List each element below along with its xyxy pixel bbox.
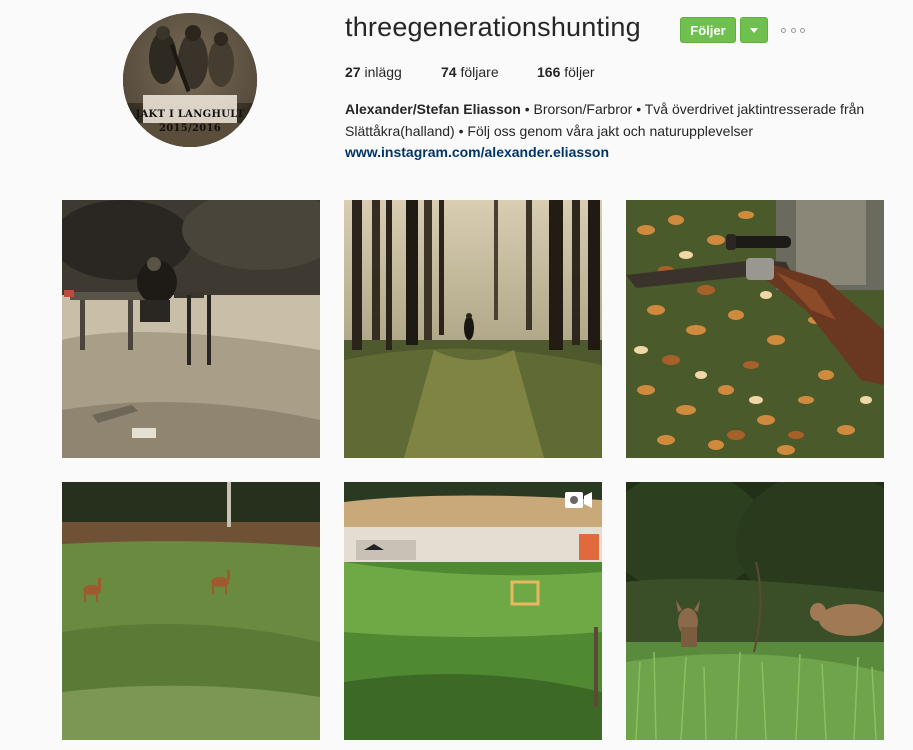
bio-full-name: Alexander/Stefan Eliasson	[345, 101, 521, 117]
post-rifle-on-leaves[interactable]	[626, 200, 884, 458]
followers-stat[interactable]: 74 följare	[441, 64, 499, 80]
profile-bio: Alexander/Stefan Eliasson • Brorson/Farb…	[345, 99, 890, 164]
avatar-caption-title: JAKT I LANGHULT	[135, 109, 245, 120]
following-label: följer	[564, 64, 595, 80]
post-image	[626, 482, 884, 740]
following-count: 166	[537, 64, 561, 80]
post-image	[62, 482, 320, 740]
following-button[interactable]: Följer	[680, 17, 736, 43]
avatar-caption-year: 2015/2016	[158, 123, 222, 134]
post-deer-in-field[interactable]	[62, 482, 320, 740]
profile-avatar[interactable]: JAKT I LANGHULT 2015/2016	[123, 13, 257, 147]
bio-website-link[interactable]: www.instagram.com/alexander.eliasson	[345, 142, 890, 164]
posts-count: 27	[345, 64, 361, 80]
post-image	[344, 482, 602, 740]
post-image	[344, 200, 602, 458]
posts-stat: 27 inlägg	[345, 64, 402, 80]
chevron-down-icon	[750, 27, 758, 33]
more-options-icon[interactable]	[781, 24, 805, 36]
options-dot	[781, 27, 786, 33]
posts-label: inlägg	[364, 64, 402, 80]
post-image	[626, 200, 884, 458]
post-deer-in-grass[interactable]	[626, 482, 884, 740]
video-camera-icon	[565, 492, 592, 508]
profile-username: threegenerationshunting	[345, 12, 641, 42]
followers-label: följare	[460, 64, 499, 80]
follow-dropdown-button[interactable]	[740, 17, 768, 43]
profile-page: JAKT I LANGHULT 2015/2016 threegeneratio…	[0, 0, 913, 750]
followers-count: 74	[441, 64, 457, 80]
options-dot	[800, 27, 805, 33]
post-target-range[interactable]	[344, 482, 602, 740]
post-shooting-range-sepia[interactable]	[62, 200, 320, 458]
post-image	[62, 200, 320, 458]
options-dot	[790, 27, 796, 33]
following-stat[interactable]: 166 följer	[537, 64, 595, 80]
post-forest-hunter[interactable]	[344, 200, 602, 458]
